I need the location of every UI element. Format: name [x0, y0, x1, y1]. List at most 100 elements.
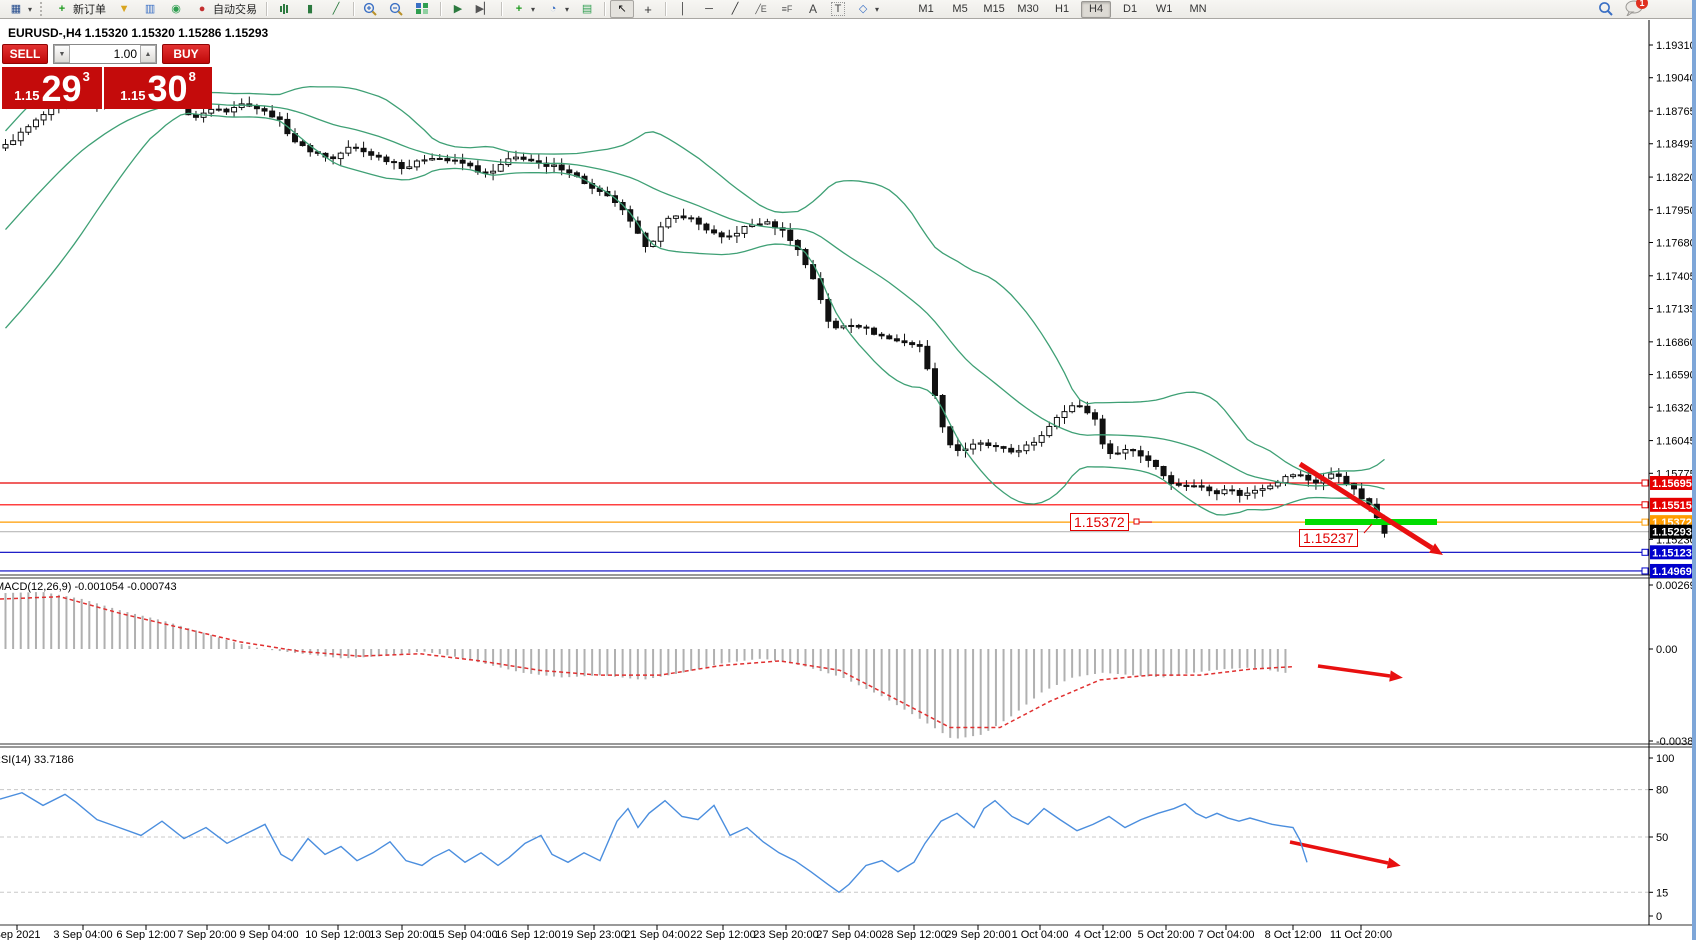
date-axis[interactable]: Sep 2021 3 Sep 04:00 6 Sep 12:007 Sep 20:0… [0, 925, 1392, 940]
price-callout[interactable]: 1.15372 [1070, 513, 1129, 531]
price-tick-label: 1.19040 [1656, 73, 1696, 85]
date-label: 29 Sep 20:00 [945, 929, 1010, 940]
date-label: Sep 2021 [0, 929, 41, 940]
channel-button[interactable]: ╱E [749, 0, 773, 18]
auto-scroll-button[interactable]: ▶ [446, 0, 470, 18]
price-axis[interactable]: 1.193101.190401.187651.184951.182201.179… [1642, 20, 1696, 925]
timeframe-w1[interactable]: W1 [1149, 1, 1179, 18]
chart-dropdown-icon: ▦ [8, 2, 24, 17]
channel-icon: ╱E [753, 2, 769, 17]
buy-price-small: 1.15 [120, 88, 145, 103]
tile-windows-icon [415, 2, 431, 17]
buy-price-sup: 8 [189, 69, 196, 84]
line-chart-icon: ╱ [328, 2, 344, 17]
tile-windows-button[interactable] [411, 0, 435, 18]
timeframe-m1[interactable]: M1 [911, 1, 941, 18]
chart-shift-icon: ▶▏ [476, 2, 492, 17]
price-callout[interactable]: 1.15237 [1299, 529, 1358, 547]
date-label: 6 Sep 12:00 [116, 929, 175, 940]
sell-price[interactable]: 1.15 29 3 [2, 67, 104, 109]
toolbar: ▦▾ +新订单 ▼ ▥ ◉ ●自动交易 ▮ ╱ ▶ ▶▏ +▾ ◔▾ ▤ ↖ +… [0, 0, 1696, 19]
one-click-trading-panel: SELL ▼ ▲ BUY 1.15 29 3 1.15 30 8 [2, 44, 212, 109]
date-label: 7 Sep 20:00 [177, 929, 236, 940]
search-icon[interactable] [1598, 1, 1614, 17]
separator [353, 2, 354, 16]
chat-button[interactable]: 1 [1624, 0, 1644, 19]
zoom-in-button[interactable] [359, 0, 383, 18]
bar-chart-button[interactable] [272, 0, 296, 18]
funnel-icon: ▼ [116, 2, 132, 17]
date-label: 7 Oct 04:00 [1198, 929, 1255, 940]
volume-input[interactable] [70, 45, 140, 63]
rsi-scale-label: 0 [1656, 911, 1662, 923]
rsi-scale-label: 100 [1656, 753, 1674, 765]
timeframe-m30[interactable]: M30 [1013, 1, 1043, 18]
horizontal-line-button[interactable]: ─ [697, 0, 721, 18]
timeframe-h1[interactable]: H1 [1047, 1, 1077, 18]
timeframe-m15[interactable]: M15 [979, 1, 1009, 18]
price-tick-label: 1.17950 [1656, 205, 1696, 217]
date-label: 16 Sep 12:00 [495, 929, 560, 940]
funnel-button[interactable]: ▼ [112, 0, 136, 18]
volume-down-button[interactable]: ▼ [54, 45, 70, 63]
timeframe-group: M1M5M15M30H1H4D1W1MN [911, 1, 1213, 18]
shapes-button[interactable]: ◇▾ [851, 0, 883, 18]
history-button[interactable]: ▥ [138, 0, 162, 18]
buy-price[interactable]: 1.15 30 8 [104, 67, 212, 109]
label-button[interactable]: T [827, 0, 849, 18]
chart-dropdown-button[interactable]: ▦▾ [4, 0, 36, 18]
price-badge: 1.14969 [1652, 566, 1692, 578]
volume-up-button[interactable]: ▲ [140, 45, 156, 63]
templates-button[interactable]: ▤ [575, 0, 599, 18]
price-badge: 1.15695 [1652, 478, 1692, 490]
candlestick-icon: ▮ [302, 2, 318, 17]
crosshair-button[interactable]: + [636, 0, 660, 18]
buy-button[interactable]: BUY [162, 44, 210, 64]
autotrade-button[interactable]: ●自动交易 [190, 0, 261, 18]
date-label: 15 Sep 04:00 [432, 929, 497, 940]
timeframe-h4[interactable]: H4 [1081, 1, 1111, 18]
chart-shift-button[interactable]: ▶▏ [472, 0, 496, 18]
separator [604, 2, 605, 16]
periods-button[interactable]: ◔▾ [541, 0, 573, 18]
window-edge [1692, 0, 1696, 940]
fibonacci-button[interactable]: ≡F [775, 0, 799, 18]
notification-badge: 1 [1636, 0, 1648, 9]
periods-icon: ◔ [545, 2, 561, 17]
date-label: 19 Sep 23:00 [561, 929, 626, 940]
bar-chart-icon [276, 2, 292, 17]
vertical-line-button[interactable]: │ [671, 0, 695, 18]
timeframe-d1[interactable]: D1 [1115, 1, 1145, 18]
zoom-out-button[interactable] [385, 0, 409, 18]
candlestick-button[interactable]: ▮ [298, 0, 322, 18]
mt4-window: ▦▾ +新订单 ▼ ▥ ◉ ●自动交易 ▮ ╱ ▶ ▶▏ +▾ ◔▾ ▤ ↖ +… [0, 0, 1696, 940]
date-label: 11 Oct 20:00 [1330, 929, 1392, 940]
separator [665, 2, 666, 16]
trendline-button[interactable]: ╱ [723, 0, 747, 18]
panel-separators[interactable] [0, 575, 1692, 925]
price-tick-label: 1.18220 [1656, 172, 1696, 184]
date-label: 21 Sep 04:00 [624, 929, 689, 940]
crosshair-icon: + [640, 2, 656, 17]
indicators-button[interactable]: +▾ [507, 0, 539, 18]
sell-button[interactable]: SELL [2, 44, 48, 64]
price-tick-label: 1.16320 [1656, 402, 1696, 414]
rsi-scale-label: 15 [1656, 887, 1668, 899]
timeframe-m5[interactable]: M5 [945, 1, 975, 18]
text-button[interactable]: A [801, 0, 825, 18]
separator [501, 2, 502, 16]
history-icon: ▥ [142, 2, 158, 17]
line-chart-button[interactable]: ╱ [324, 0, 348, 18]
cursor-button[interactable]: ↖ [610, 0, 634, 18]
toolbar-grip [40, 2, 46, 16]
timeframe-mn[interactable]: MN [1183, 1, 1213, 18]
fibonacci-icon: ≡F [779, 2, 795, 17]
new-order-button[interactable]: +新订单 [50, 0, 110, 18]
signals-button[interactable]: ◉ [164, 0, 188, 18]
date-label: 4 Oct 12:00 [1075, 929, 1132, 940]
date-label: 3 Sep 04:00 [53, 929, 112, 940]
chevron-down-icon: ▾ [531, 5, 535, 14]
date-label: 28 Sep 12:00 [881, 929, 946, 940]
chart-canvas: 1.193101.190401.187651.184951.182201.179… [0, 0, 1696, 940]
macd-scale-label: -0.00385 [1656, 736, 1696, 748]
